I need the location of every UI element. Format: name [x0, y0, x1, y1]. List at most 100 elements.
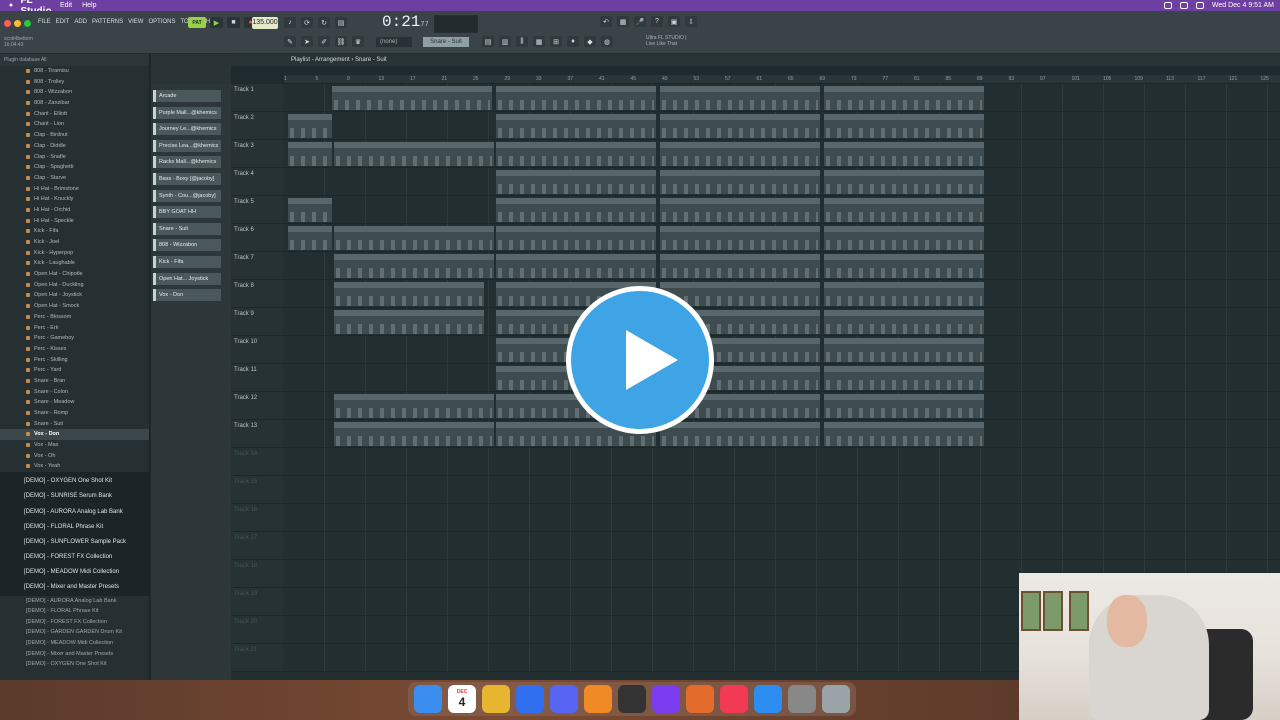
track-name[interactable]: Track 7: [231, 252, 283, 280]
track-lane[interactable]: Synth - Countdown [@jacoby]] Synth - Coun…: [284, 252, 1280, 280]
undo-icon[interactable]: ↶: [600, 16, 612, 27]
track-name[interactable]: Track 17: [231, 532, 283, 560]
demo-pack-item[interactable]: [DEMO] - MEADOW Midi Collection: [0, 565, 149, 580]
mic-icon[interactable]: 🎤: [634, 16, 646, 27]
playlist-clip[interactable]: Bass - ...acoby]: [288, 226, 332, 250]
pattern-picker-item[interactable]: 808 - Wizzabon: [153, 239, 221, 252]
playlist-clip[interactable]: Arcade: [496, 86, 656, 110]
pattern-picker-item[interactable]: Purple Mall...@khemics: [153, 106, 221, 119]
search-icon[interactable]: [1195, 2, 1204, 9]
demo-pack-item[interactable]: [DEMO] - FOREST FX Collection: [0, 550, 149, 565]
demo-folder-item[interactable]: [DEMO] - OXYGEN One Shot Kit: [0, 659, 149, 670]
browser-item[interactable]: Perc - Gameboy: [0, 333, 149, 344]
playlist-clip[interactable]: Purple M...emics: [288, 114, 332, 138]
playlist-clip[interactable]: BBY GOAT HH: [334, 282, 484, 306]
track-name[interactable]: Track 12: [231, 392, 283, 420]
link-icon[interactable]: ⛓: [335, 36, 347, 47]
pattern-picker-item[interactable]: BBY GOAT HH: [153, 206, 221, 219]
track-lane[interactable]: 808 - Wizzabon808 - Wizzabon808 - Wizzab…: [284, 336, 1280, 364]
playlist-clip[interactable]: Vox - Don: [824, 422, 984, 446]
browser-item[interactable]: Vox - Yeah: [0, 461, 149, 472]
menu-clock[interactable]: Wed Dec 4 9:51 AM: [1212, 2, 1274, 9]
playlist-clip[interactable]: Bass - Boxy [@jacoby]]: [334, 226, 494, 250]
menu-help[interactable]: Help: [82, 2, 96, 9]
channel-rack-icon[interactable]: ▦: [533, 36, 545, 47]
browser-item[interactable]: Snare - Romp: [0, 408, 149, 419]
tempo-tap-icon[interactable]: ◍: [601, 36, 613, 47]
browser-item[interactable]: Clap - Starve: [0, 173, 149, 184]
browser-item[interactable]: 808 - Tiramisu: [0, 66, 149, 77]
playlist-clip[interactable]: Synth - Countdown [@jacoby]]: [496, 254, 656, 278]
timeline-ruler[interactable]: 1 5 9 13 17 21 25 29 33 37 41 45 49 53 57 61 65 69 73 77 81 8…: [284, 75, 1280, 84]
chrome-icon[interactable]: [482, 685, 510, 713]
pattern-picker-item[interactable]: Arcade: [153, 90, 221, 102]
discord-icon[interactable]: [550, 685, 578, 713]
playlist-clip[interactable]: BBY GOAT HH: [824, 282, 984, 306]
minimize-window-button[interactable]: [14, 20, 21, 27]
browser-item[interactable]: Clap - Birdnut: [0, 130, 149, 141]
browser-item[interactable]: Hi Hat - Speckle: [0, 216, 149, 227]
playlist-clip[interactable]: Vox - Don: [334, 422, 494, 446]
browser-item[interactable]: Clap - Snafle: [0, 152, 149, 163]
fl-studio-icon[interactable]: [584, 685, 612, 713]
finder-icon[interactable]: [414, 685, 442, 713]
demo-folder-item[interactable]: [DEMO] - Mixer and Master Presets: [0, 649, 149, 660]
brush-icon[interactable]: ✐: [318, 36, 330, 47]
playlist-clip[interactable]: Kick - Fifa: [824, 366, 984, 390]
track-lane[interactable]: Bass - ...acoby] Bass - Boxy [@jacoby]] Ba…: [284, 224, 1280, 252]
track-name[interactable]: Track 19: [231, 588, 283, 616]
track-name[interactable]: Track 13: [231, 420, 283, 448]
browser-item[interactable]: Kick - Laughable: [0, 258, 149, 269]
pattern-picker-item[interactable]: Bass - Boxy [@jacoby]: [153, 173, 221, 185]
browser-item[interactable]: Clap - Diddle: [0, 141, 149, 152]
track-name[interactable]: Track 3: [231, 140, 283, 168]
video-play-button[interactable]: [566, 286, 714, 434]
browser-item[interactable]: Perc - Erk: [0, 323, 149, 334]
pattern-picker-item[interactable]: Synth - Cou...@jacoby]: [153, 189, 221, 202]
menu-patterns[interactable]: PATTERNS: [92, 19, 123, 25]
demo-folder-item[interactable]: [DEMO] - FLORAL Phrase Kit: [0, 606, 149, 617]
browser-item[interactable]: Clap - Spaghetti: [0, 162, 149, 173]
help-icon[interactable]: ?: [651, 16, 663, 27]
demo-pack-item[interactable]: [DEMO] - SUNRISE Serum Bank: [0, 489, 149, 504]
messenger-icon[interactable]: [516, 685, 544, 713]
track-name[interactable]: Track 4: [231, 168, 283, 196]
twitch-icon[interactable]: [652, 685, 680, 713]
mixer-icon[interactable]: ⫼: [516, 36, 528, 47]
browser-item[interactable]: Hi Hat - Orchid: [0, 205, 149, 216]
browser-item[interactable]: Hi Hat - Knuckly: [0, 194, 149, 205]
pattern-picker-item[interactable]: Racks Mall...@khemics: [153, 156, 221, 169]
playlist-clip[interactable]: Synth - Countdown [@jacoby]]: [334, 254, 494, 278]
playlist-clip[interactable]: Racks Mallet - C - @khemics: [824, 198, 984, 222]
playlist-clip[interactable]: Snare - Suit: [334, 310, 484, 334]
pattern-picker-item[interactable]: Journey Le...@khemics: [153, 123, 221, 136]
playlist-clip[interactable]: Purple Mallet - C - @khemics: [496, 114, 656, 138]
track-lane[interactable]: Vox - Don Vox - Don Vox - Don Vox - Don: [284, 420, 1280, 448]
browser-item[interactable]: 808 - Trolley: [0, 77, 149, 88]
playlist-clip[interactable]: Arcade: [332, 86, 492, 110]
browser-item[interactable]: Open Hat - Joystick: [0, 290, 149, 301]
playlist-clip[interactable]: Bass - Boxy [@jacoby]]: [660, 226, 820, 250]
track-name[interactable]: Track 5: [231, 196, 283, 224]
piano-roll-icon[interactable]: ▥: [499, 36, 511, 47]
playlist-clip[interactable]: Racks M...emics: [288, 198, 332, 222]
menu-view[interactable]: VIEW: [128, 19, 143, 25]
app-store-icon[interactable]: [754, 685, 782, 713]
playlist-clip[interactable]: Journey Lead - C - @khemics: [496, 142, 656, 166]
system-settings-icon[interactable]: [788, 685, 816, 713]
current-channel-selector[interactable]: Snare - Suit: [423, 37, 469, 47]
pattern-picker-item[interactable]: Vox - Don: [153, 289, 221, 302]
browser-item[interactable]: Snare - Suit: [0, 419, 149, 430]
browser-item[interactable]: Chant - Elliott: [0, 109, 149, 120]
track-lane[interactable]: Arcade Arcade Arcade Arcade: [284, 84, 1280, 112]
browser-item[interactable]: Perc - Blossom: [0, 312, 149, 323]
track-lane[interactable]: [284, 532, 1280, 560]
track-lane[interactable]: Open Hat - Joystick Open Hat - Joystick Op…: [284, 392, 1280, 420]
playlist-clip[interactable]: Arcade: [824, 86, 984, 110]
menu-add[interactable]: ADD: [74, 19, 87, 25]
garageband-icon[interactable]: [686, 685, 714, 713]
calendar-icon[interactable]: DEC 4: [448, 685, 476, 713]
demo-pack-item[interactable]: [DEMO] - AURORA Analog Lab Bank: [0, 505, 149, 520]
stamp-icon[interactable]: ♛: [352, 36, 364, 47]
track-lane[interactable]: Snare - SuitSnare - SuitSnare - SuitSnar…: [284, 308, 1280, 336]
